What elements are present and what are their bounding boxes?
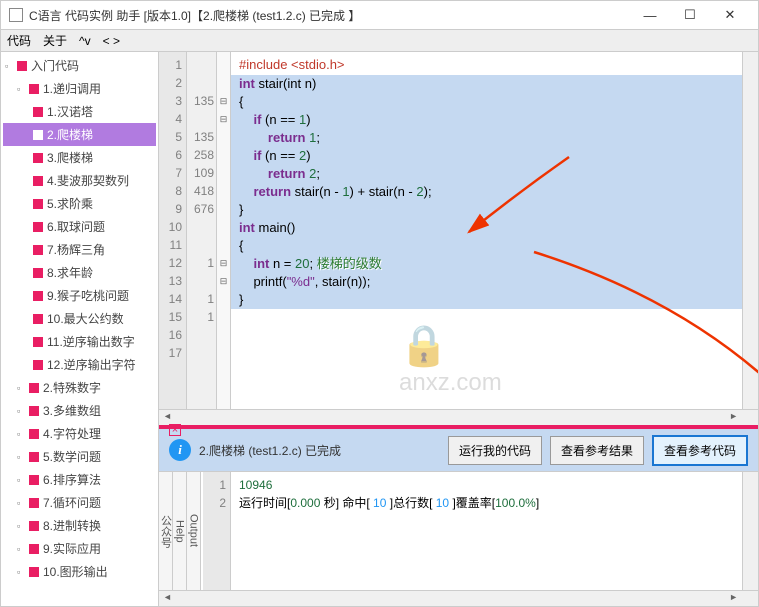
code-body[interactable]: #include <stdio.h>int stair(int n){ if (…	[231, 52, 742, 409]
menubar: 代码 关于 ^v < >	[0, 30, 759, 52]
tree-item-2.爬楼梯[interactable]: 2.爬楼梯	[3, 123, 156, 146]
tree-group-9.实际应用[interactable]: ▫9.实际应用	[3, 537, 156, 560]
vertical-scrollbar[interactable]	[742, 52, 758, 409]
tree-group-6.排序算法[interactable]: ▫6.排序算法	[3, 468, 156, 491]
output-vertical-scrollbar[interactable]	[742, 472, 758, 590]
tree-item-7.杨辉三角[interactable]: 7.杨辉三角	[3, 238, 156, 261]
tree-group-4.字符处理[interactable]: ▫4.字符处理	[3, 422, 156, 445]
tree-group-8.进制转换[interactable]: ▫8.进制转换	[3, 514, 156, 537]
vtab-output[interactable]: Output	[187, 472, 201, 590]
tree-item-10.最大公约数[interactable]: 10.最大公约数	[3, 307, 156, 330]
tree-group-3.多维数组[interactable]: ▫3.多维数组	[3, 399, 156, 422]
action-label: 2.爬楼梯 (test1.2.c) 已完成	[199, 442, 440, 459]
code-editor[interactable]: 1234567891011121314151617 135 1352581094…	[159, 52, 758, 409]
tree-group-10.图形输出[interactable]: ▫10.图形输出	[3, 560, 156, 583]
tree-item-12.逆序输出字符[interactable]: 12.逆序输出字符	[3, 353, 156, 376]
coverage-counts: 135 135258109418676 1 11	[187, 52, 217, 409]
titlebar: C语言 代码实例 助手 [版本1.0]【2.爬楼梯 (test1.2.c) 已完…	[0, 0, 759, 30]
app-icon	[9, 8, 23, 22]
tree-item-3.爬楼梯[interactable]: 3.爬楼梯	[3, 146, 156, 169]
window-title: C语言 代码实例 助手 [版本1.0]【2.爬楼梯 (test1.2.c) 已完…	[29, 7, 630, 24]
tree-item-11.逆序输出数字[interactable]: 11.逆序输出数字	[3, 330, 156, 353]
sidebar: ▫入门代码 ▫1.递归调用 1.汉诺塔2.爬楼梯3.爬楼梯4.斐波那契数列5.求…	[1, 52, 159, 606]
close-button[interactable]: ✕	[710, 1, 750, 29]
output-panel: 公众号 Help Output 12 10946运行时间[0.000 秒] 命中…	[159, 471, 758, 590]
horizontal-scrollbar[interactable]	[159, 409, 758, 425]
output-line-numbers: 12	[203, 472, 231, 590]
output-body: 10946运行时间[0.000 秒] 命中[ 10 ]总行数[ 10 ]覆盖率[…	[231, 472, 742, 590]
info-icon: i	[169, 439, 191, 461]
tree-group-2.特殊数字[interactable]: ▫2.特殊数字	[3, 376, 156, 399]
tree-group-5.数学问题[interactable]: ▫5.数学问题	[3, 445, 156, 468]
menu-about[interactable]: 关于	[43, 32, 67, 49]
output-horizontal-scrollbar[interactable]	[159, 590, 758, 606]
tree-group-1[interactable]: ▫1.递归调用	[3, 77, 156, 100]
minimize-button[interactable]: —	[630, 1, 670, 29]
menu-expand[interactable]: < >	[103, 34, 120, 48]
tree-item-1.汉诺塔[interactable]: 1.汉诺塔	[3, 100, 156, 123]
action-bar: × i 2.爬楼梯 (test1.2.c) 已完成 运行我的代码 查看参考结果 …	[159, 425, 758, 471]
tree-group-7.循环问题[interactable]: ▫7.循环问题	[3, 491, 156, 514]
maximize-button[interactable]: ☐	[670, 1, 710, 29]
line-numbers: 1234567891011121314151617	[159, 52, 187, 409]
tree-item-6.取球问题[interactable]: 6.取球问题	[3, 215, 156, 238]
panel-close-icon[interactable]: ×	[169, 424, 181, 436]
tree-item-8.求年龄[interactable]: 8.求年龄	[3, 261, 156, 284]
tree-item-4.斐波那契数列[interactable]: 4.斐波那契数列	[3, 169, 156, 192]
menu-toggle[interactable]: ^v	[79, 34, 91, 48]
tree-root[interactable]: ▫入门代码	[3, 54, 156, 77]
vtab-help[interactable]: Help	[173, 472, 187, 590]
vtab-wechat[interactable]: 公众号	[159, 472, 173, 590]
view-result-button[interactable]: 查看参考结果	[550, 436, 644, 465]
fold-gutter[interactable]: ⊟⊟ ⊟⊟	[217, 52, 231, 409]
run-my-code-button[interactable]: 运行我的代码	[448, 436, 542, 465]
view-reference-code-button[interactable]: 查看参考代码	[652, 435, 748, 466]
menu-code[interactable]: 代码	[7, 32, 31, 49]
tree-item-9.猴子吃桃问题[interactable]: 9.猴子吃桃问题	[3, 284, 156, 307]
tree-item-5.求阶乘[interactable]: 5.求阶乘	[3, 192, 156, 215]
